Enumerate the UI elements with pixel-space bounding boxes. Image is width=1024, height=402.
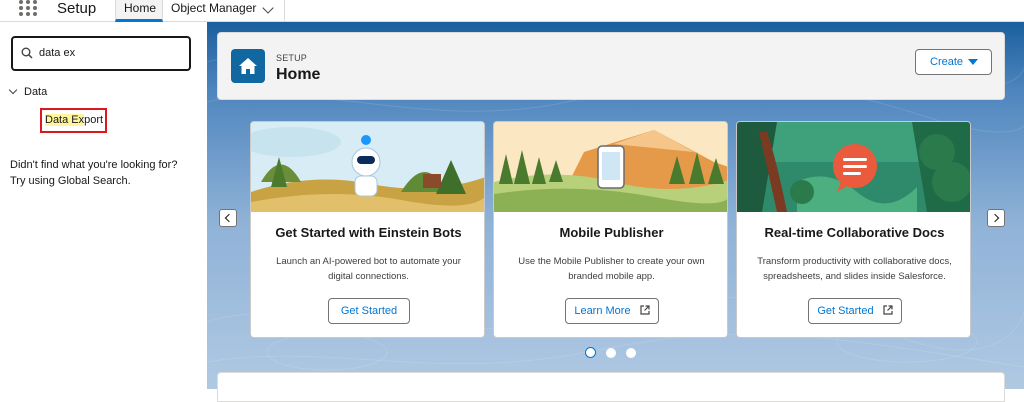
card-mobile-publisher: Mobile Publisher Use the Mobile Publishe… bbox=[493, 121, 728, 338]
tree-node-data[interactable]: Data bbox=[8, 85, 48, 98]
chevron-down-icon[interactable] bbox=[262, 2, 274, 14]
tab-home[interactable]: Home bbox=[115, 0, 163, 22]
create-menu-button[interactable]: Create bbox=[915, 49, 992, 75]
create-label: Create bbox=[930, 56, 964, 68]
card-description: Transform productivity with collaborativ… bbox=[757, 256, 952, 282]
tree-item-label-rest: port bbox=[84, 114, 104, 126]
carousel-dot-2[interactable] bbox=[606, 348, 616, 358]
tree-item-data-export[interactable]: Data Export bbox=[40, 108, 107, 133]
search-match-highlight: Data Ex bbox=[45, 114, 85, 126]
card-title: Get Started with Einstein Bots bbox=[275, 225, 462, 240]
page-title: Home bbox=[276, 66, 321, 83]
external-link-icon bbox=[883, 305, 893, 315]
button-label: Get Started bbox=[817, 305, 874, 317]
chevron-right-icon bbox=[990, 213, 1000, 223]
app-name: Setup bbox=[57, 0, 97, 17]
button-label: Learn More bbox=[574, 305, 631, 317]
quick-find-input[interactable] bbox=[39, 44, 184, 62]
search-help-text: Didn't find what you're looking for? Try… bbox=[10, 157, 200, 189]
card-description: Use the Mobile Publisher to create your … bbox=[518, 256, 705, 282]
carousel-prev-button[interactable] bbox=[219, 209, 237, 227]
tree-node-data-label: Data bbox=[24, 86, 48, 98]
carousel-dot-3[interactable] bbox=[626, 348, 636, 358]
learn-more-button[interactable]: Learn More bbox=[565, 298, 659, 324]
chevron-left-icon bbox=[224, 213, 234, 223]
caret-down-icon bbox=[968, 59, 978, 65]
tab-object-manager-label: Object Manager bbox=[171, 1, 257, 15]
get-started-button[interactable]: Get Started bbox=[808, 298, 902, 324]
einstein-bot-illustration bbox=[251, 122, 484, 212]
home-icon bbox=[231, 49, 265, 83]
external-link-icon bbox=[640, 305, 650, 315]
page-header: SETUP Home Create bbox=[217, 32, 1005, 100]
setup-sidebar: Data Data Export Didn't find what you're… bbox=[0, 22, 207, 389]
card-title: Mobile Publisher bbox=[559, 225, 664, 240]
button-label: Get Started bbox=[340, 305, 398, 317]
card-einstein-bots: Get Started with Einstein Bots Launch an… bbox=[250, 121, 485, 338]
global-header: Setup Home Object Manager bbox=[0, 0, 1024, 22]
get-started-button[interactable]: Get Started bbox=[328, 298, 410, 324]
setup-home-content: SETUP Home Create Get Started with Einst… bbox=[207, 22, 1024, 402]
page-eyebrow: SETUP bbox=[276, 53, 308, 63]
quick-find-search[interactable] bbox=[11, 36, 191, 71]
collaborative-docs-illustration bbox=[737, 122, 970, 212]
card-collaborative-docs: Real-time Collaborative Docs Transform p… bbox=[736, 121, 971, 338]
carousel-next-button[interactable] bbox=[987, 209, 1005, 227]
card-title: Real-time Collaborative Docs bbox=[764, 225, 945, 240]
help-line-2: Try using Global Search. bbox=[10, 175, 131, 187]
card-description: Launch an AI-powered bot to automate you… bbox=[276, 256, 461, 282]
help-line-1: Didn't find what you're looking for? bbox=[10, 159, 178, 171]
tab-object-manager[interactable]: Object Manager bbox=[163, 0, 285, 22]
tab-home-label: Home bbox=[124, 1, 157, 15]
chevron-down-icon[interactable] bbox=[8, 85, 18, 95]
carousel-dot-1[interactable] bbox=[585, 347, 596, 358]
bottom-panel bbox=[217, 372, 1005, 402]
app-launcher-icon[interactable] bbox=[19, 0, 39, 18]
mobile-publisher-illustration bbox=[494, 122, 727, 212]
search-icon bbox=[21, 47, 33, 59]
